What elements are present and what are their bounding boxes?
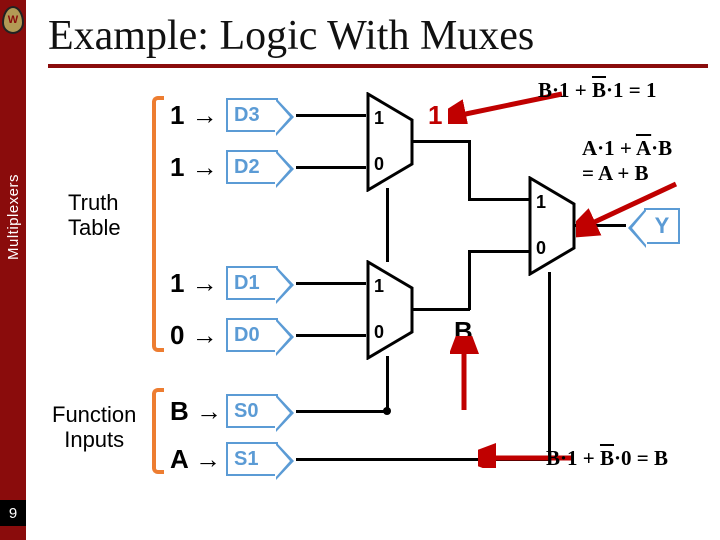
function-inputs-label: Function Inputs	[52, 402, 136, 453]
d0-value: 0 →	[170, 320, 218, 351]
wire	[468, 250, 471, 310]
d2-value: 1 →	[170, 152, 218, 183]
wire	[296, 114, 366, 117]
equation-3: B·1 + B·0 = B	[546, 446, 668, 471]
d1-tag: D1	[226, 266, 278, 300]
mux-bottom: 1 0	[366, 260, 410, 360]
page-title: Example: Logic With Muxes	[48, 12, 708, 60]
mux-hi: 1	[536, 192, 546, 213]
d2-tag: D2	[226, 150, 278, 184]
mux-lo: 0	[374, 322, 384, 343]
s0-tag: S0	[226, 394, 278, 428]
wire	[296, 334, 366, 337]
wire	[468, 140, 471, 200]
wire	[296, 166, 366, 169]
uw-badge: W	[2, 6, 24, 34]
wire	[412, 140, 470, 143]
mux-hi: 1	[374, 108, 384, 129]
wire	[386, 356, 389, 412]
wire-node	[383, 407, 391, 415]
wire	[548, 272, 551, 460]
wire	[296, 410, 388, 413]
mux-lo: 0	[536, 238, 546, 259]
truth-table-label: Truth Table	[68, 190, 121, 241]
wire	[468, 198, 530, 201]
arrow-red-b	[450, 336, 480, 416]
section-label: Multiplexers	[5, 174, 22, 260]
arrow-red-mid	[576, 178, 686, 238]
d1-value: 1 →	[170, 268, 218, 299]
equation-2: A·1 + A·B = A + B	[582, 136, 672, 186]
page-number: 9	[0, 500, 26, 526]
d3-tag: D3	[226, 98, 278, 132]
bracket-truth-table	[152, 96, 164, 352]
title-underline	[48, 64, 708, 68]
wire	[296, 282, 366, 285]
mux-lo: 0	[374, 154, 384, 175]
s0-value: B →	[170, 396, 222, 427]
mux-hi: 1	[374, 276, 384, 297]
wire	[412, 308, 470, 311]
s1-value: A →	[170, 444, 221, 475]
s1-tag: S1	[226, 442, 278, 476]
title-area: Example: Logic With Muxes	[48, 12, 708, 68]
equation-1: B·1 + B·1 = 1	[538, 78, 656, 103]
sidebar	[0, 0, 26, 540]
d3-value: 1 →	[170, 100, 218, 131]
wire	[386, 188, 389, 218]
d0-tag: D0	[226, 318, 278, 352]
red-one: 1	[428, 100, 442, 131]
bracket-function-inputs	[152, 388, 164, 474]
logic-diagram: Truth Table Function Inputs 1 → D3 1 → D…	[30, 78, 714, 518]
mux-right: 1 0	[528, 176, 572, 276]
mux-top: 1 0	[366, 92, 410, 192]
wire	[468, 250, 530, 253]
